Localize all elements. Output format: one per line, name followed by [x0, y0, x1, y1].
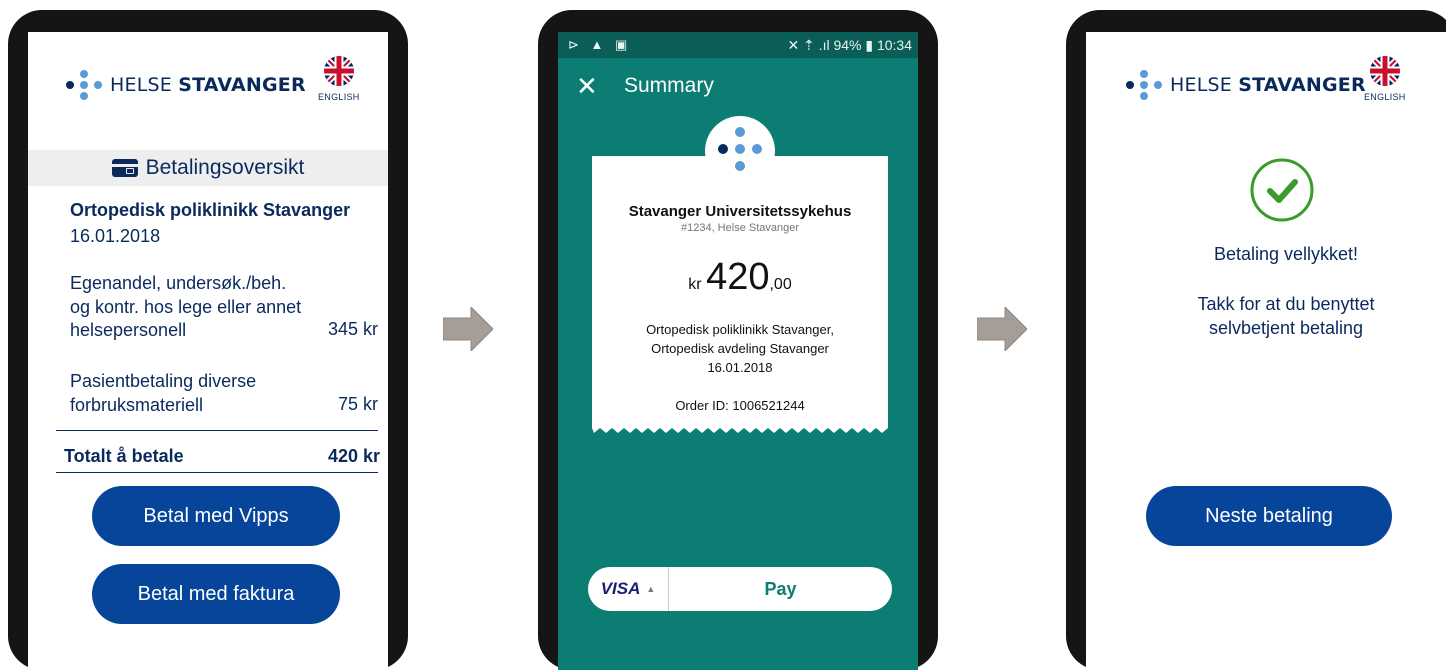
- desc-line: Ortopedisk avdeling Stavanger: [651, 341, 829, 356]
- uk-flag-icon: [323, 56, 354, 86]
- pay-invoice-button[interactable]: Betal med faktura: [92, 564, 340, 624]
- amount-decimals: ,00: [769, 276, 792, 293]
- tablet-payment-success: HELSE STAVANGER ENGLISH Betaling vellykk…: [1066, 10, 1446, 670]
- screen-payment-overview: HELSE STAVANGER ENGLISH Betalingsoversik…: [28, 32, 388, 670]
- total-amount: 420 kr: [327, 446, 380, 466]
- divider: [56, 430, 378, 431]
- app-bar: ✕ Summary: [558, 58, 918, 114]
- divider: [56, 472, 378, 473]
- brand-logo: HELSE STAVANGER: [66, 68, 306, 102]
- next-payment-button[interactable]: Neste betaling: [1146, 486, 1392, 546]
- currency: kr: [688, 276, 702, 293]
- pay-button[interactable]: Pay: [669, 567, 892, 611]
- line-item-amount: 345 kr: [327, 319, 378, 339]
- tablet-card-summary: ⊳ ▲ ▣ ✕ ⇡ .ıl 94% ▮ 10:34 ✕ Summary Stav…: [538, 10, 938, 670]
- amount-integer: 420: [706, 256, 770, 298]
- brand-logo: HELSE STAVANGER: [1126, 68, 1366, 102]
- merchant-logo: [705, 116, 775, 186]
- merchant-sub: #1234, Helse Stavanger: [680, 222, 800, 234]
- card-brand: VISA: [600, 579, 641, 598]
- thanks-line: Takk for at du benyttet: [1197, 294, 1375, 314]
- arrow-right-icon: [977, 307, 1027, 351]
- card-selector[interactable]: VISA ▲: [588, 567, 669, 611]
- merchant-name: Stavanger Universitetssykehus: [628, 203, 852, 220]
- arrow-right-icon: [443, 307, 493, 351]
- line-item-desc: Egenandel, undersøk./beh. og kontr. hos …: [70, 273, 302, 340]
- receipt-zigzag-edge: [592, 426, 888, 433]
- language-label: ENGLISH: [318, 92, 360, 102]
- payment-description: Ortopedisk poliklinikk Stavanger, Ortope…: [592, 320, 888, 377]
- order-id: Order ID: 1006521244: [675, 398, 805, 413]
- success-message: Betaling vellykket!: [1213, 244, 1359, 264]
- logo-dots-icon: [1126, 68, 1162, 102]
- brand-name: HELSE STAVANGER: [1170, 74, 1366, 96]
- logo-dots-icon: [66, 68, 102, 102]
- language-switch[interactable]: ENGLISH: [1364, 56, 1406, 102]
- brand-name: HELSE STAVANGER: [110, 74, 306, 96]
- total-label: Totalt å betale: [64, 446, 184, 466]
- line-item-desc: Pasientbetaling diverse forbruksmateriel…: [70, 371, 257, 415]
- section-title: Betalingsoversikt: [145, 156, 305, 179]
- caret-up-icon: ▲: [646, 584, 656, 594]
- clinic-name: Ortopedisk poliklinikk Stavanger: [70, 200, 351, 220]
- screen-card-summary: ⊳ ▲ ▣ ✕ ⇡ .ıl 94% ▮ 10:34 ✕ Summary Stav…: [558, 32, 918, 670]
- visit-date: 16.01.2018: [70, 226, 161, 246]
- logo-dots-icon: [718, 127, 762, 171]
- uk-flag-icon: [1369, 56, 1400, 86]
- line-item-amount: 75 kr: [337, 394, 378, 414]
- screen-payment-success: HELSE STAVANGER ENGLISH Betaling vellykk…: [1086, 32, 1446, 670]
- status-icons: ⊳ ▲ ▣: [568, 37, 632, 52]
- check-circle-icon: [1250, 158, 1314, 222]
- payment-amount: kr 420,00: [592, 256, 888, 299]
- tablet-payment-overview: HELSE STAVANGER ENGLISH Betalingsoversik…: [8, 10, 408, 670]
- close-icon[interactable]: ✕: [576, 71, 604, 102]
- desc-line: 16.01.2018: [707, 360, 773, 375]
- pay-bar: VISA ▲ Pay: [588, 567, 892, 611]
- language-label: ENGLISH: [1364, 92, 1406, 102]
- language-switch[interactable]: ENGLISH: [318, 56, 360, 102]
- section-header: Betalingsoversikt: [28, 150, 388, 186]
- card-icon: [111, 159, 138, 177]
- status-info: ✕ ⇡ .ıl 94% ▮ 10:34: [787, 36, 912, 53]
- thanks-line: selvbetjent betaling: [1208, 318, 1364, 338]
- screen-title: Summary: [624, 74, 714, 97]
- desc-line: Ortopedisk poliklinikk Stavanger,: [646, 322, 834, 337]
- status-bar: ⊳ ▲ ▣ ✕ ⇡ .ıl 94% ▮ 10:34: [558, 32, 918, 58]
- pay-vipps-button[interactable]: Betal med Vipps: [92, 486, 340, 546]
